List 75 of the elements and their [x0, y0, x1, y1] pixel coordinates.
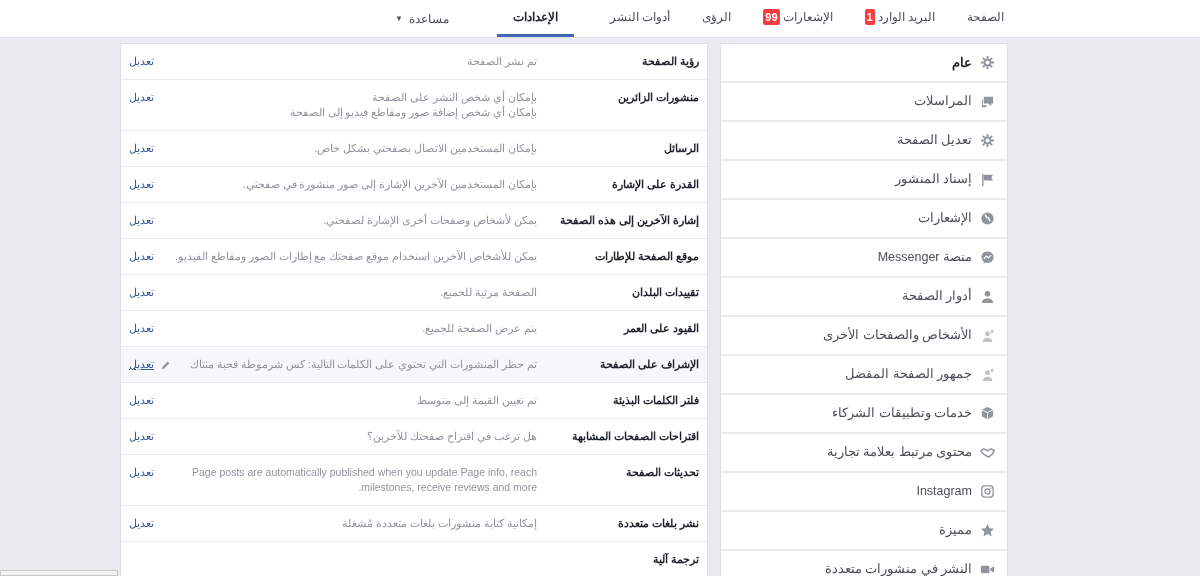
edit-link[interactable]: تعديل [129, 141, 154, 156]
edit-link[interactable]: تعديل [129, 213, 154, 228]
count-badge: 1 [864, 9, 875, 25]
setting-label: اقتراحات الصفحات المشابهة [571, 429, 699, 444]
setting-value: تم تعيين القيمة إلى متوسط [416, 393, 537, 408]
gear-icon [980, 55, 995, 70]
nav-tab[interactable]: الرؤى [686, 0, 748, 37]
sidebar-item[interactable]: محتوى مرتبط بعلامة تجارية [721, 434, 1007, 471]
edit-link[interactable]: تعديل [129, 516, 154, 531]
chat-bubbles-icon [980, 94, 995, 109]
sidebar-item[interactable]: الإشعارات [721, 200, 1007, 237]
sidebar-item[interactable]: الأشخاص والصفحات الأخرى [721, 317, 1007, 354]
nav-tab[interactable]: الصفحة [951, 0, 1020, 37]
setting-value: بإمكان أي شخص النشر على الصفحة [371, 90, 537, 105]
sidebar-item[interactable]: مميزة [721, 512, 1007, 549]
sidebar-item[interactable]: المراسلات [721, 83, 1007, 120]
gear-icon [980, 133, 995, 148]
setting-value: تم نشر الصفحة [466, 54, 537, 69]
setting-label: القدرة على الإشارة [611, 177, 699, 192]
setting-label: موقع الصفحة للإطارات [594, 249, 699, 264]
sidebar-item[interactable]: تعديل الصفحة [721, 122, 1007, 159]
sidebar-item[interactable]: Instagram [721, 473, 1007, 510]
setting-label: منشورات الزائرين [617, 90, 699, 105]
instagram-icon [980, 484, 995, 499]
flag-icon [980, 172, 995, 187]
setting-label: نشر بلغات متعددة [617, 516, 699, 531]
sidebar-item[interactable]: إسناد المنشور [721, 161, 1007, 198]
edit-link[interactable]: تعديل [129, 90, 154, 105]
setting-label: الرسائل [663, 141, 699, 156]
setting-label: رؤية الصفحة [641, 54, 699, 69]
setting-value: يمكن لأشخاص وصفحات أخرى الإشارة لصفحتي. [322, 213, 537, 228]
setting-value: بإمكان المستخدمين الاتصال بصفحتي بشكل خاص. [313, 141, 537, 156]
caret-icon: ▼ [395, 12, 403, 25]
edit-link[interactable]: تعديل [129, 321, 154, 336]
cube-icon [980, 406, 995, 421]
setting-value: تم حظر المنشورات التي تحتوي على الكلمات التالية: كس شرموطة قحبة منتاك [189, 357, 537, 372]
setting-value: Page posts are automatically published when you update Page info, reach milestones, receive reviews and more. [191, 465, 537, 495]
setting-value: بإمكان أي شخص إضافة صور ومقاطع فيديو إلى الصفحة [288, 105, 537, 120]
setting-value: يمكن للأشخاص الآخرين استخدام موقع صفحتك مع إطارات الصور ومقاطع الفيديو. [173, 249, 537, 264]
person-icon [980, 289, 995, 304]
sidebar-item[interactable]: منصة Messenger [721, 239, 1007, 276]
edit-link[interactable]: تعديل [129, 177, 154, 192]
edit-link[interactable]: تعديل [129, 465, 154, 480]
setting-label: فلتر الكلمات البذيئة [612, 393, 699, 408]
help-menu[interactable]: مساعدة ▼ [387, 0, 457, 37]
nav-tab[interactable]: أدوات النشر [593, 0, 687, 37]
setting-label: تحديثات الصفحة [625, 465, 699, 480]
edit-link[interactable]: تعديل [129, 285, 154, 300]
setting-label: تقييدات البلدان [631, 285, 699, 300]
edit-link[interactable]: تعديل [129, 249, 154, 264]
sidebar-item[interactable]: النشر في منشورات متعددة [721, 551, 1007, 576]
sidebar-item[interactable]: خدمات وتطبيقات الشركاء [721, 395, 1007, 432]
setting-value: بإمكان المستخدمين الآخرين الإشارة إلى صور منشورة في صفحتي. [241, 177, 537, 192]
setting-value: هل ترغب في اقتراح صفحتك للآخرين؟ [366, 429, 537, 444]
nav-tab[interactable]: الإعدادات [496, 0, 574, 37]
setting-value: إمكانية كتابة منشورات بلغات متعددة مُشغلة [341, 516, 537, 531]
person-star-icon [980, 328, 995, 343]
count-badge: 99 [763, 9, 780, 25]
person-star-icon [980, 367, 995, 382]
sidebar-item[interactable]: جمهور الصفحة المفضل [721, 356, 1007, 393]
edit-link[interactable]: تعديل [129, 393, 154, 408]
setting-label: إشارة الآخرين إلى هذه الصفحة [559, 213, 699, 228]
setting-value: يتم عرض الصفحة للجميع. [421, 321, 537, 336]
edit-link[interactable]: تعديل [129, 54, 154, 69]
star-icon [980, 523, 995, 538]
globe-icon [980, 211, 995, 226]
setting-value: الصفحة مرئية للجميع. [439, 285, 537, 300]
sidebar-item[interactable]: أدوار الصفحة [721, 278, 1007, 315]
setting-label: القيود على العمر [622, 321, 699, 336]
setting-label: ترجمة آلية [652, 552, 699, 567]
edit-link[interactable]: تعديل [129, 357, 154, 372]
edit-link[interactable]: تعديل [129, 429, 154, 444]
messenger-icon [980, 250, 995, 265]
sidebar-item[interactable]: عام [721, 44, 1007, 81]
setting-label: الإشراف على الصفحة [599, 357, 699, 372]
